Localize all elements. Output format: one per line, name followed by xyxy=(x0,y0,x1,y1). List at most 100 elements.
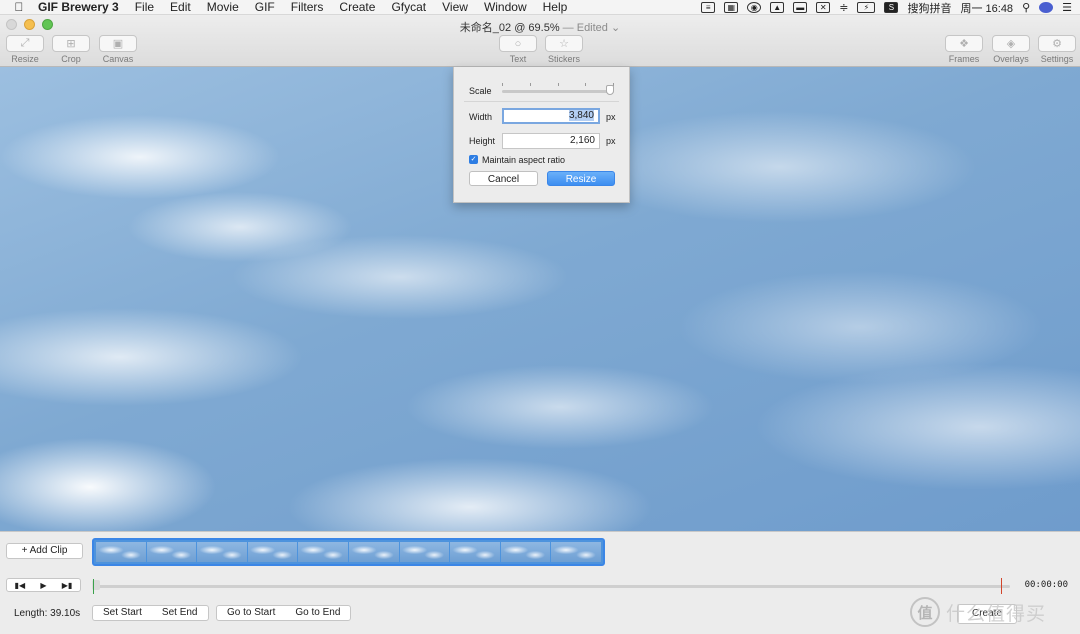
canvas-tool-button[interactable]: ▣ Canvas xyxy=(95,35,141,64)
go-to-end-button[interactable]: Go to End xyxy=(285,606,350,620)
frames-label: Frames xyxy=(948,54,980,64)
status-area: ≡ ▦ ◉ ▲ ▬ ✕ ≑ ⚡ S 搜狗拼音 周一 16:48 ⚲ ☰ xyxy=(701,0,1072,15)
width-label: Width xyxy=(469,112,493,122)
width-unit: px xyxy=(606,112,616,122)
document-icon[interactable]: ≡ xyxy=(701,2,716,13)
menu-filters[interactable]: Filters xyxy=(283,0,332,14)
filmstrip-frame xyxy=(348,542,399,562)
filmstrip-frame xyxy=(247,542,298,562)
search-icon[interactable]: ⚲ xyxy=(1022,1,1030,14)
crop-label: Crop xyxy=(61,54,81,64)
stickers-label: Stickers xyxy=(547,54,580,64)
resize-popover: Scale Width 3,840 px Height 2,160 px ✓ M… xyxy=(453,67,630,203)
add-clip-button[interactable]: + Add Clip xyxy=(6,543,83,559)
menu-gfycat[interactable]: Gfycat xyxy=(383,0,434,14)
crop-icon: ⊞ xyxy=(52,35,90,52)
battery-icon[interactable]: ⚡ xyxy=(857,2,876,13)
document-title: 未命名_02 @ 69.5% xyxy=(459,22,560,34)
clip-length: Length: 39.10s xyxy=(14,608,81,619)
stickers-tool-button[interactable]: ☆ Stickers xyxy=(541,35,587,64)
timecode: 00:00:00 xyxy=(1024,580,1068,590)
scale-slider-ticks xyxy=(502,83,614,86)
gear-icon: ⚙ xyxy=(1038,35,1076,52)
menu-edit[interactable]: Edit xyxy=(162,0,199,14)
watermark-text: 什么值得买 xyxy=(946,603,1047,625)
canvas-label: Canvas xyxy=(102,54,134,64)
menu-window[interactable]: Window xyxy=(476,0,535,14)
x-icon[interactable]: ✕ xyxy=(816,2,831,13)
input-method-label[interactable]: 搜狗拼音 xyxy=(907,0,951,16)
menu-bar:  GIF Brewery 3 File Edit Movie GIF Filt… xyxy=(0,0,1080,15)
filmstrip-frame xyxy=(298,542,348,562)
filmstrip-frame xyxy=(197,542,247,562)
filmstrip-frame xyxy=(500,542,551,562)
resize-button[interactable]: Resize xyxy=(547,171,615,186)
menu-list-icon[interactable]: ☰ xyxy=(1062,1,1072,14)
watermark-mark-icon: 值 xyxy=(910,597,940,627)
settings-label: Settings xyxy=(1040,54,1074,64)
clip-filmstrip[interactable] xyxy=(92,538,605,566)
menu-help[interactable]: Help xyxy=(535,0,576,14)
popover-divider xyxy=(464,101,619,102)
filmstrip-frame xyxy=(146,542,197,562)
keyboard-icon[interactable]: ▬ xyxy=(793,2,808,13)
filmstrip-frame xyxy=(399,542,450,562)
scale-label: Scale xyxy=(469,86,492,96)
set-range-group: Set Start Set End xyxy=(92,605,209,621)
text-tool-button[interactable]: ○ Text xyxy=(495,35,541,64)
menu-movie[interactable]: Movie xyxy=(199,0,247,14)
menu-view[interactable]: View xyxy=(434,0,476,14)
menu-file[interactable]: File xyxy=(127,0,162,14)
wifi-icon[interactable]: ≑ xyxy=(839,1,848,14)
tiles-icon[interactable]: ▦ xyxy=(724,2,739,13)
resize-tool-button[interactable]: ⤢ Resize xyxy=(2,35,48,64)
photo-icon[interactable]: ▲ xyxy=(770,2,785,13)
menu-create[interactable]: Create xyxy=(331,0,383,14)
scale-slider[interactable] xyxy=(502,90,614,93)
play-icon[interactable]: ▶ xyxy=(40,581,46,590)
speech-bubble-icon: ○ xyxy=(499,35,537,52)
settings-tool-button[interactable]: ⚙ Settings xyxy=(1034,35,1080,64)
goto-group: Go to Start Go to End xyxy=(216,605,352,621)
playback-controls: ▮◀ ▶ ▶▮ xyxy=(6,578,81,592)
overlays-label: Overlays xyxy=(993,54,1029,64)
start-marker[interactable] xyxy=(93,579,94,594)
frames-tool-button[interactable]: ❖ Frames xyxy=(941,35,987,64)
edited-indicator[interactable]: — Edited xyxy=(563,22,608,34)
eye-icon[interactable]: ◉ xyxy=(747,2,762,13)
window-toolbar: 未命名_02 @ 69.5% — Edited ⌄ ⤢ Resize ⊞ Cro… xyxy=(0,15,1080,67)
sogou-icon[interactable]: S xyxy=(884,2,899,13)
set-end-button[interactable]: Set End xyxy=(152,606,208,620)
layers-icon: ◈ xyxy=(992,35,1030,52)
scrubber-track[interactable] xyxy=(92,585,1010,588)
siri-icon[interactable] xyxy=(1039,2,1054,13)
apple-menu-icon[interactable]:  xyxy=(0,0,38,14)
next-frame-icon[interactable]: ▶▮ xyxy=(62,581,73,590)
height-value: 2,160 xyxy=(569,135,595,146)
maintain-aspect-checkbox[interactable]: ✓ xyxy=(469,155,478,164)
menu-gif[interactable]: GIF xyxy=(247,0,283,14)
filmstrip-frame xyxy=(551,542,601,562)
window-title: 未命名_02 @ 69.5% — Edited ⌄ xyxy=(0,19,1080,35)
set-start-button[interactable]: Set Start xyxy=(93,606,152,620)
width-field[interactable]: 3,840 xyxy=(502,108,600,124)
star-icon: ☆ xyxy=(545,35,583,52)
cancel-button[interactable]: Cancel xyxy=(469,171,538,186)
resize-icon: ⤢ xyxy=(6,35,44,52)
text-label: Text xyxy=(509,54,527,64)
filmstrip-frame xyxy=(96,542,146,562)
overlays-tool-button[interactable]: ◈ Overlays xyxy=(988,35,1034,64)
height-field[interactable]: 2,160 xyxy=(502,133,600,149)
clock[interactable]: 周一 16:48 xyxy=(960,0,1013,16)
filmstrip-frame xyxy=(450,542,500,562)
go-to-start-button[interactable]: Go to Start xyxy=(217,606,285,620)
height-unit: px xyxy=(606,136,616,146)
maintain-aspect-label[interactable]: Maintain aspect ratio xyxy=(482,155,565,165)
canvas-icon: ▣ xyxy=(99,35,137,52)
width-value: 3,840 xyxy=(568,110,594,121)
previous-frame-icon[interactable]: ▮◀ xyxy=(15,581,26,590)
crop-tool-button[interactable]: ⊞ Crop xyxy=(48,35,94,64)
chevron-down-icon[interactable]: ⌄ xyxy=(611,22,620,34)
scale-slider-knob[interactable] xyxy=(606,85,614,95)
menu-app-name[interactable]: GIF Brewery 3 xyxy=(38,0,127,14)
